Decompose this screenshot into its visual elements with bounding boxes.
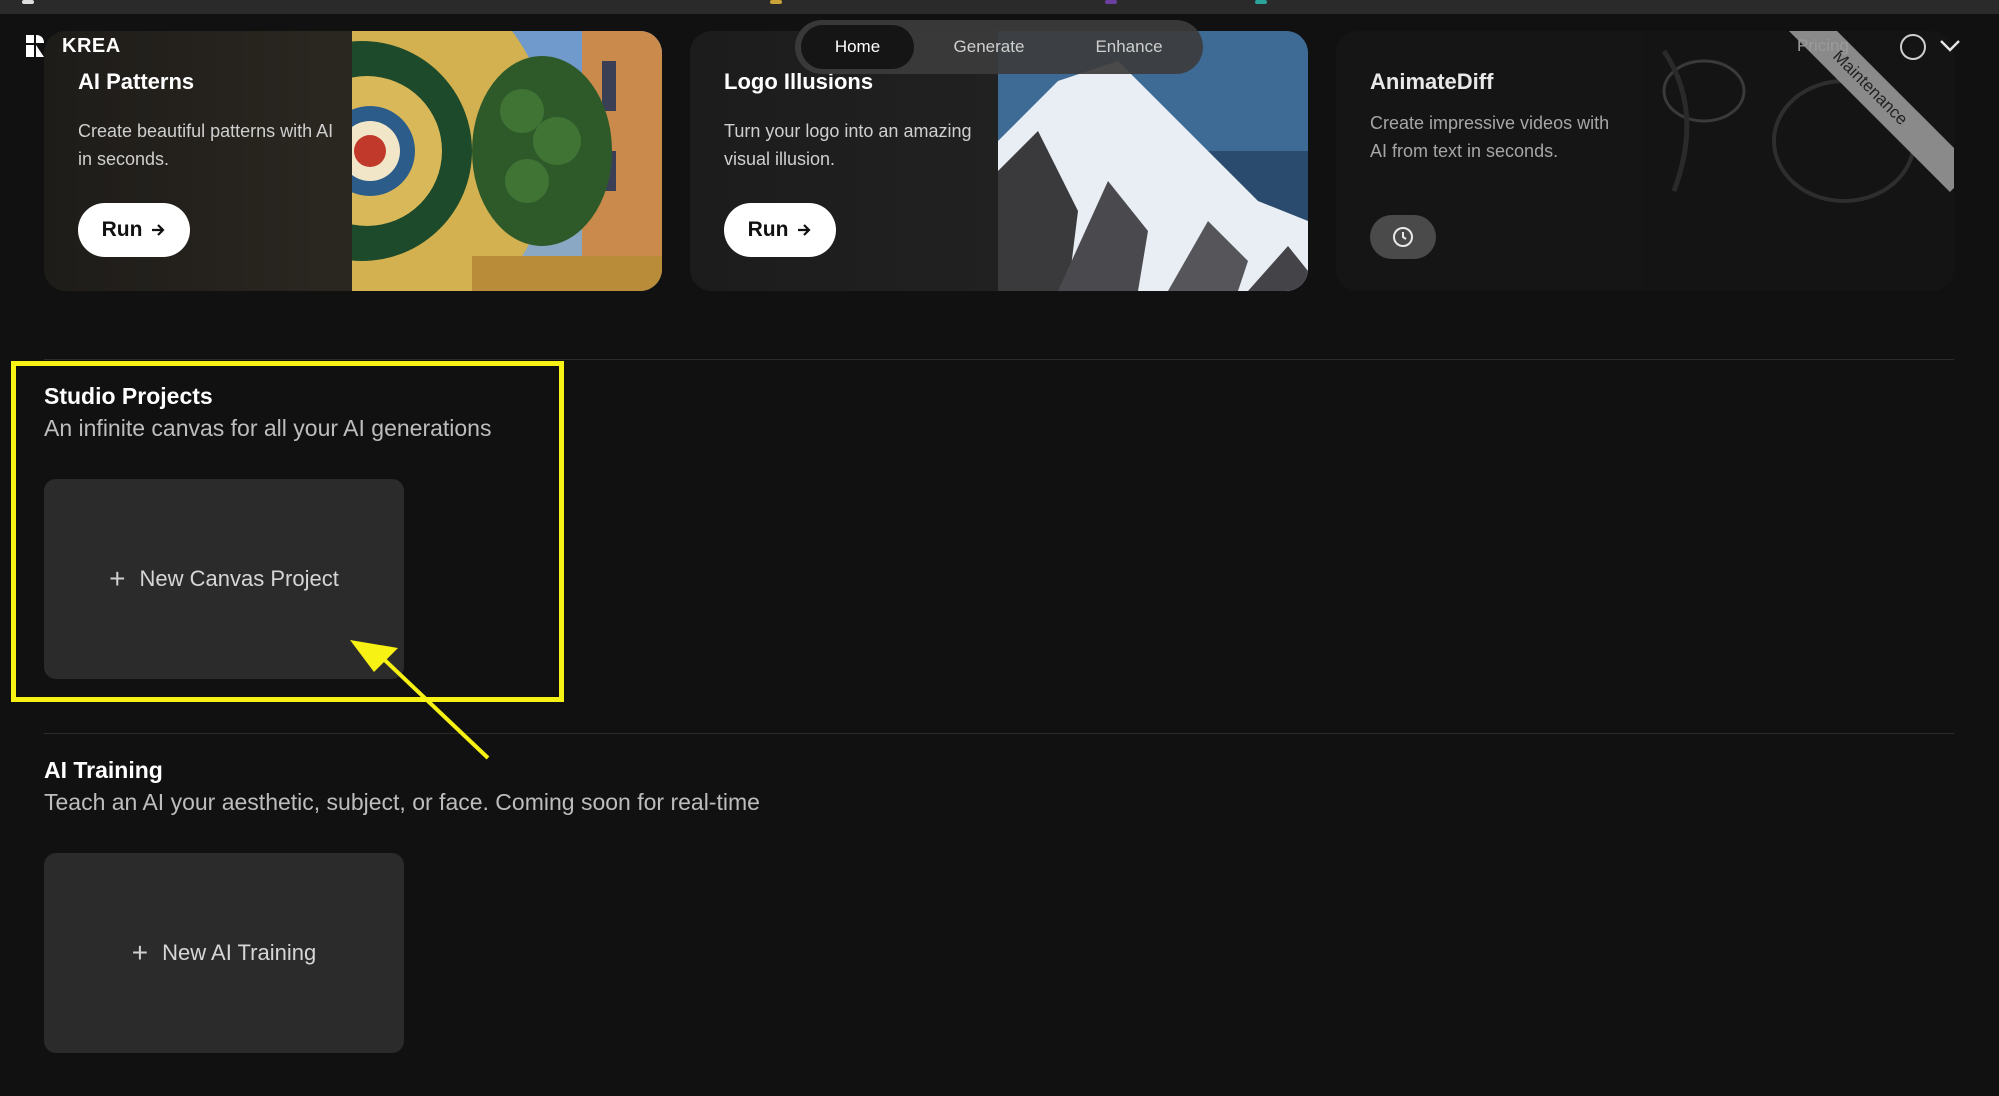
card-title: AI Patterns [78,69,195,94]
tab-home[interactable]: Home [801,25,914,69]
section-divider [44,733,1954,734]
run-button-label: Run [101,218,143,241]
clock-icon [1393,227,1413,247]
run-button-label: Run [747,218,789,241]
ai-patterns-card[interactable]: AI Patterns Create beautiful patterns wi… [44,31,662,291]
ai-training-subtitle: Teach an AI your aesthetic, subject, or … [44,789,760,815]
new-ai-training-button[interactable]: + New AI Training [44,853,404,1053]
tab-enhance[interactable]: Enhance [1064,25,1194,69]
card-title: AnimateDiff [1370,69,1494,94]
strip-icon [1255,0,1267,4]
new-ai-training-label: New AI Training [162,940,317,965]
strip-icon [22,0,34,4]
section-divider [44,359,1954,360]
plus-icon: + [131,937,149,968]
run-button[interactable]: Run [724,203,836,257]
card-description: Create beautiful patterns with AI in sec… [78,121,334,169]
ai-training-title: AI Training [44,757,163,783]
brand[interactable]: KREA [24,33,121,59]
strip-icon [1105,0,1117,4]
run-button[interactable]: Run [78,203,190,257]
arrow-right-icon [152,224,165,236]
main-nav: Home Generate Enhance [795,20,1203,74]
strip-icon [770,0,782,4]
krea-logo-icon [26,35,44,57]
clock-button[interactable] [1370,215,1436,259]
card-description: Turn your logo into an amazing visual il… [724,121,972,169]
arrow-right-icon [798,224,811,236]
brand-name: KREA [62,34,121,57]
browser-top-strip [0,0,1999,14]
pricing-link[interactable]: Pricing [1797,36,1849,56]
avatar[interactable] [1900,34,1926,60]
animatediff-card[interactable]: Maintenance AnimateDiff Create impressiv… [1336,31,1954,291]
tab-generate[interactable]: Generate [914,25,1064,69]
animatediff-artwork [1644,31,1954,291]
card-description: Create impressive videos with AI from te… [1370,113,1610,161]
ai-patterns-artwork [352,31,662,291]
chevron-down-icon[interactable] [1938,36,1962,56]
annotation-arrow-icon [350,640,490,760]
